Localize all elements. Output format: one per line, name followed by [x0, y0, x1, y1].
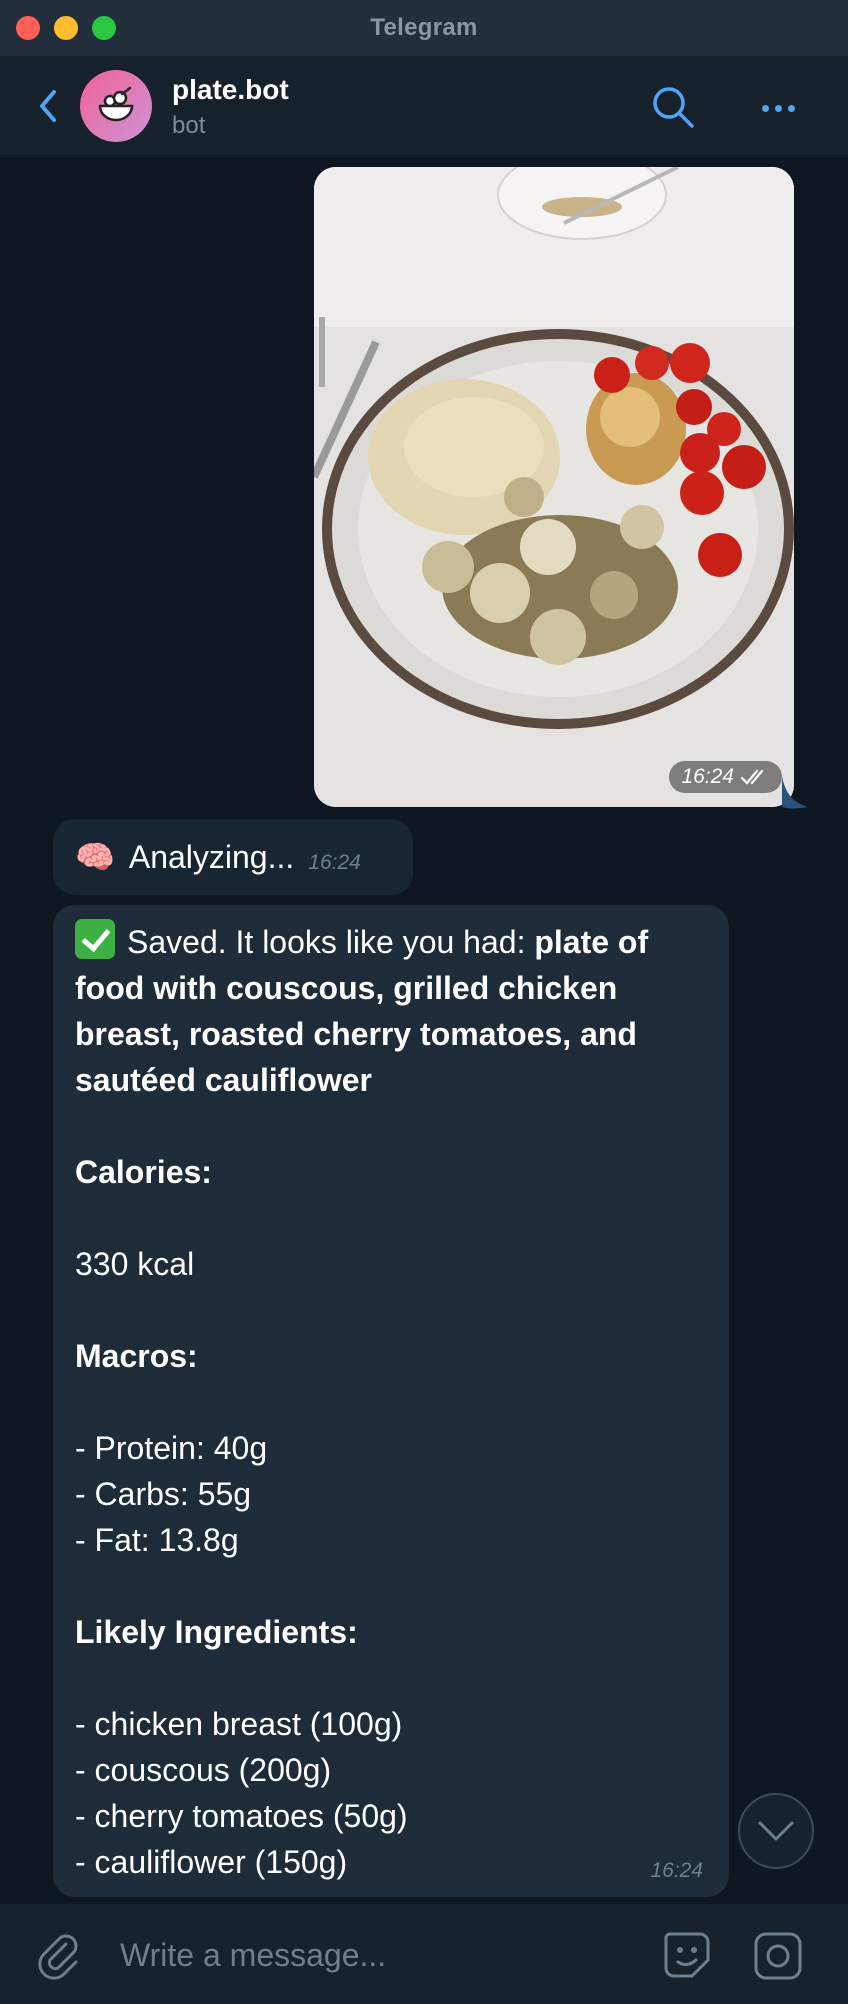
search-icon — [653, 87, 694, 128]
message-timestamp: 16:24 — [650, 1859, 703, 1882]
salad-bowl-icon — [98, 86, 134, 122]
calories-value: 330 kcal — [75, 1246, 195, 1282]
bubble-tail — [782, 777, 808, 809]
food-photo — [314, 167, 794, 807]
food-description: food with couscous, grilled chicken — [75, 970, 618, 1006]
more-options-button[interactable] — [756, 86, 800, 130]
close-window-button[interactable] — [16, 16, 40, 40]
message-list[interactable]: 16:24 🧠 Analyzing... 16:24 Saved. It loo… — [0, 157, 848, 1903]
macros-heading: Macros: — [75, 1338, 198, 1374]
paperclip-icon — [38, 1934, 78, 1980]
chat-subtitle: bot — [172, 112, 206, 139]
window-title: Telegram — [370, 14, 478, 41]
intro-text: Saved. It looks like you had: — [127, 924, 535, 960]
scroll-to-bottom-button[interactable] — [738, 1793, 814, 1869]
chevron-left-icon — [40, 90, 56, 122]
check-mark-icon — [75, 919, 115, 959]
video-message-button[interactable] — [752, 1930, 804, 1982]
window-controls — [16, 16, 116, 40]
message-timestamp: 16:24 — [308, 851, 361, 874]
avatar[interactable] — [80, 70, 152, 142]
brain-icon: 🧠 — [75, 839, 115, 875]
message-composer — [0, 1903, 848, 2004]
message-text: Analyzing... — [128, 838, 295, 875]
food-description: breast, roasted cherry tomatoes, and — [75, 1016, 637, 1052]
timestamp-text: 16:24 — [681, 765, 734, 788]
double-check-icon — [740, 769, 764, 785]
analyzing-message[interactable]: 🧠 Analyzing... 16:24 — [53, 819, 413, 895]
dot-icon — [761, 104, 769, 112]
camera-icon — [754, 1932, 802, 1980]
search-button[interactable] — [650, 84, 696, 130]
attach-button[interactable] — [36, 1932, 84, 1980]
food-description: plate of — [534, 924, 649, 960]
maximize-window-button[interactable] — [92, 16, 116, 40]
message-timestamp: 16:24 — [669, 761, 782, 793]
macro-item: - Fat: 13.8g — [75, 1522, 239, 1558]
message-input[interactable] — [120, 1928, 640, 1982]
macro-item: - Protein: 40g — [75, 1430, 268, 1466]
back-button[interactable] — [36, 86, 62, 126]
food-description: sautéed cauliflower — [75, 1062, 372, 1098]
dot-icon — [774, 104, 782, 112]
ingredient-item: - couscous (200g) — [75, 1752, 332, 1788]
ingredient-item: - cherry tomatoes (50g) — [75, 1798, 408, 1834]
photo-message[interactable]: 16:24 — [314, 167, 794, 807]
chat-header: plate.bot bot — [0, 56, 848, 156]
window-titlebar: Telegram — [0, 0, 848, 56]
sticker-emoji-icon — [664, 1932, 710, 1978]
nutrition-result-message[interactable]: Saved. It looks like you had: plate of f… — [53, 905, 729, 1897]
ingredient-item: - chicken breast (100g) — [75, 1706, 403, 1742]
result-intro-line: Saved. It looks like you had: plate of — [75, 919, 707, 965]
calories-heading: Calories: — [75, 1154, 212, 1190]
sticker-button[interactable] — [660, 1928, 714, 1982]
dot-icon — [787, 104, 795, 112]
ingredients-heading: Likely Ingredients: — [75, 1614, 358, 1650]
chat-title[interactable]: plate.bot — [172, 74, 289, 106]
minimize-window-button[interactable] — [54, 16, 78, 40]
ingredient-item: - cauliflower (150g) — [75, 1844, 348, 1880]
macro-item: - Carbs: 55g — [75, 1476, 252, 1512]
chevron-down-icon — [758, 1821, 794, 1841]
